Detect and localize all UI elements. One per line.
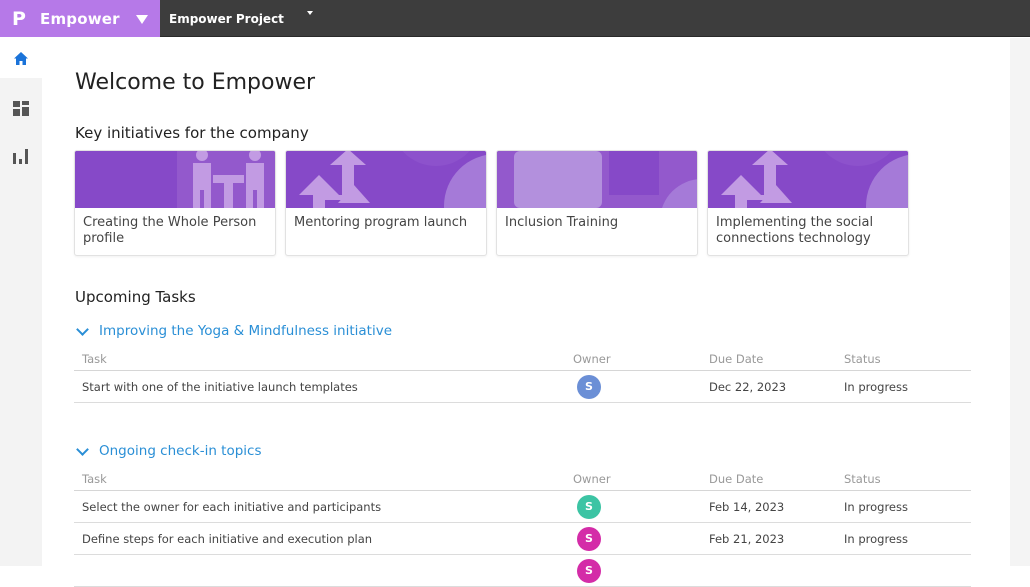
table-row[interactable]: Select the owner for each initiative and… xyxy=(74,491,971,523)
main-content: Welcome to Empower Key initiatives for t… xyxy=(42,38,1010,587)
due-date: Feb 14, 2023 xyxy=(709,499,785,514)
abstract-shapes-icon xyxy=(497,151,697,208)
column-header-owner[interactable]: Owner xyxy=(573,350,611,370)
card-banner-image xyxy=(75,151,275,208)
status: In progress xyxy=(844,531,908,546)
card-title: Creating the Whole Person profile xyxy=(83,215,257,246)
initiative-card[interactable]: Inclusion Training xyxy=(496,150,698,256)
task-table: Task Owner Due Date Status Select the ow… xyxy=(74,470,971,587)
people-meeting-icon xyxy=(75,151,275,208)
avatar[interactable]: S xyxy=(577,494,601,519)
project-name: Empower Project xyxy=(169,11,284,26)
avatar[interactable]: S xyxy=(577,526,601,551)
card-title: Mentoring program launch xyxy=(294,215,468,230)
arrows-up-icon xyxy=(708,151,908,208)
bar-chart-icon xyxy=(13,148,28,164)
task-name: Select the owner for each initiative and… xyxy=(82,499,382,514)
initiative-card[interactable]: Mentoring program launch xyxy=(285,150,487,256)
initiative-cards: Creating the Whole Person profile Mentor… xyxy=(74,150,909,256)
task-table: Task Owner Due Date Status Start with on… xyxy=(74,350,971,403)
dashboard-icon xyxy=(13,100,29,116)
side-nav xyxy=(0,38,42,566)
task-group-toggle[interactable]: Improving the Yoga & Mindfulness initiat… xyxy=(75,322,392,339)
column-header-task[interactable]: Task xyxy=(82,350,107,370)
tasks-heading: Upcoming Tasks xyxy=(75,288,196,306)
column-header-status[interactable]: Status xyxy=(844,470,881,490)
table-row[interactable]: Start with one of the initiative launch … xyxy=(74,371,971,403)
top-bar: P Empower Empower Project xyxy=(0,0,1030,37)
avatar[interactable]: S xyxy=(577,374,601,399)
initiatives-heading: Key initiatives for the company xyxy=(75,124,309,142)
card-title: Implementing the social connections tech… xyxy=(716,215,874,246)
app-switcher[interactable]: P Empower xyxy=(0,0,160,37)
task-group-title: Improving the Yoga & Mindfulness initiat… xyxy=(99,323,392,339)
column-header-task[interactable]: Task xyxy=(82,470,107,490)
right-panel-edge xyxy=(1010,38,1030,566)
owner-cell: S xyxy=(573,371,601,402)
table-header: Task Owner Due Date Status xyxy=(74,350,971,371)
table-row[interactable]: S xyxy=(74,555,971,587)
owner-cell: S xyxy=(573,523,601,554)
arrows-up-icon xyxy=(286,151,486,208)
due-date: Feb 21, 2023 xyxy=(709,531,785,546)
chevron-down-icon xyxy=(76,442,89,456)
card-banner-image xyxy=(708,151,908,208)
column-header-owner[interactable]: Owner xyxy=(573,470,611,490)
owner-cell: S xyxy=(573,555,601,586)
table-row[interactable]: Define steps for each initiative and exe… xyxy=(74,523,971,555)
task-name: Define steps for each initiative and exe… xyxy=(82,531,373,546)
nav-dashboard[interactable] xyxy=(0,88,42,128)
app-name: Empower xyxy=(40,9,120,28)
caret-down-icon xyxy=(307,11,313,15)
owner-cell: S xyxy=(573,491,601,522)
table-header: Task Owner Due Date Status xyxy=(74,470,971,491)
due-date: Dec 22, 2023 xyxy=(709,379,787,394)
caret-down-icon xyxy=(135,14,148,24)
card-title: Inclusion Training xyxy=(505,215,619,230)
nav-home[interactable] xyxy=(0,38,42,78)
project-selector[interactable]: Empower Project xyxy=(160,0,313,37)
status: In progress xyxy=(844,379,908,394)
avatar[interactable]: S xyxy=(577,558,601,583)
home-icon xyxy=(14,51,28,65)
initiative-card[interactable]: Creating the Whole Person profile xyxy=(74,150,276,256)
task-name: Start with one of the initiative launch … xyxy=(82,379,358,394)
task-group-toggle[interactable]: Ongoing check-in topics xyxy=(75,442,262,459)
nav-reports[interactable] xyxy=(0,136,42,176)
chevron-down-icon xyxy=(76,322,89,336)
initiative-card[interactable]: Implementing the social connections tech… xyxy=(707,150,909,256)
card-banner-image xyxy=(286,151,486,208)
status: In progress xyxy=(844,499,908,514)
app-logo: P xyxy=(12,7,26,30)
column-header-status[interactable]: Status xyxy=(844,350,881,370)
page-title: Welcome to Empower xyxy=(75,70,316,95)
column-header-due-date[interactable]: Due Date xyxy=(709,470,763,490)
column-header-due-date[interactable]: Due Date xyxy=(709,350,763,370)
task-group-title: Ongoing check-in topics xyxy=(99,443,262,459)
card-banner-image xyxy=(497,151,697,208)
